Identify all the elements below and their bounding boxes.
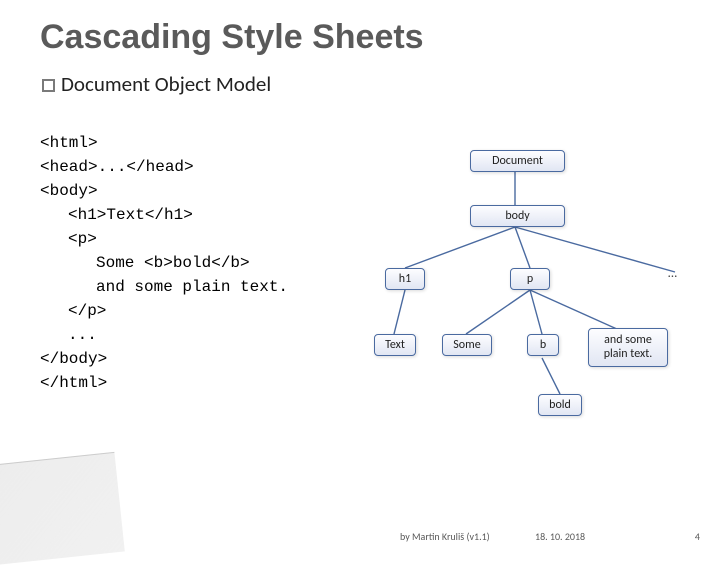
- slide-title: Cascading Style Sheets: [40, 18, 692, 57]
- code-line: </body>: [40, 350, 107, 368]
- dom-tree-diagram: Document body h1 p … Text Some b and som…: [370, 150, 700, 460]
- tree-node-plain: and some plain text.: [588, 328, 668, 367]
- decorative-corner: [0, 452, 125, 568]
- code-line: <p>: [68, 230, 97, 248]
- footer-author: by Martin Kruliš (v1.1): [400, 530, 490, 543]
- code-line: <h1>Text</h1>: [68, 206, 193, 224]
- code-line: ...: [68, 326, 97, 344]
- bullet-icon: [42, 79, 55, 92]
- subhead-prefix: Document: [61, 71, 150, 97]
- tree-node-some: Some: [442, 334, 492, 356]
- tree-node-document: Document: [470, 150, 565, 172]
- footer-date: 18. 10. 2018: [535, 530, 585, 543]
- tree-node-b: b: [527, 334, 559, 356]
- code-line: <body>: [40, 182, 98, 200]
- tree-node-bold: bold: [538, 394, 582, 416]
- slide-subhead: Document Object Model: [42, 71, 692, 97]
- code-example: <html> <head>...</head> <body> <h1>Text<…: [40, 107, 380, 419]
- code-line: and some plain text.: [96, 278, 288, 296]
- code-line: Some <b>bold</b>: [96, 254, 250, 272]
- tree-node-body: body: [470, 205, 565, 227]
- code-line: <html>: [40, 134, 98, 152]
- subhead-rest: Object Model: [150, 71, 271, 97]
- footer-page-number: 4: [695, 530, 700, 543]
- code-line: </html>: [40, 374, 107, 392]
- code-line: </p>: [68, 302, 106, 320]
- code-line: <head>...</head>: [40, 158, 194, 176]
- tree-connectors: [370, 150, 700, 460]
- tree-node-p: p: [510, 268, 550, 290]
- tree-ellipsis: …: [668, 266, 677, 281]
- tree-node-text: Text: [374, 334, 416, 356]
- tree-node-h1: h1: [385, 268, 425, 290]
